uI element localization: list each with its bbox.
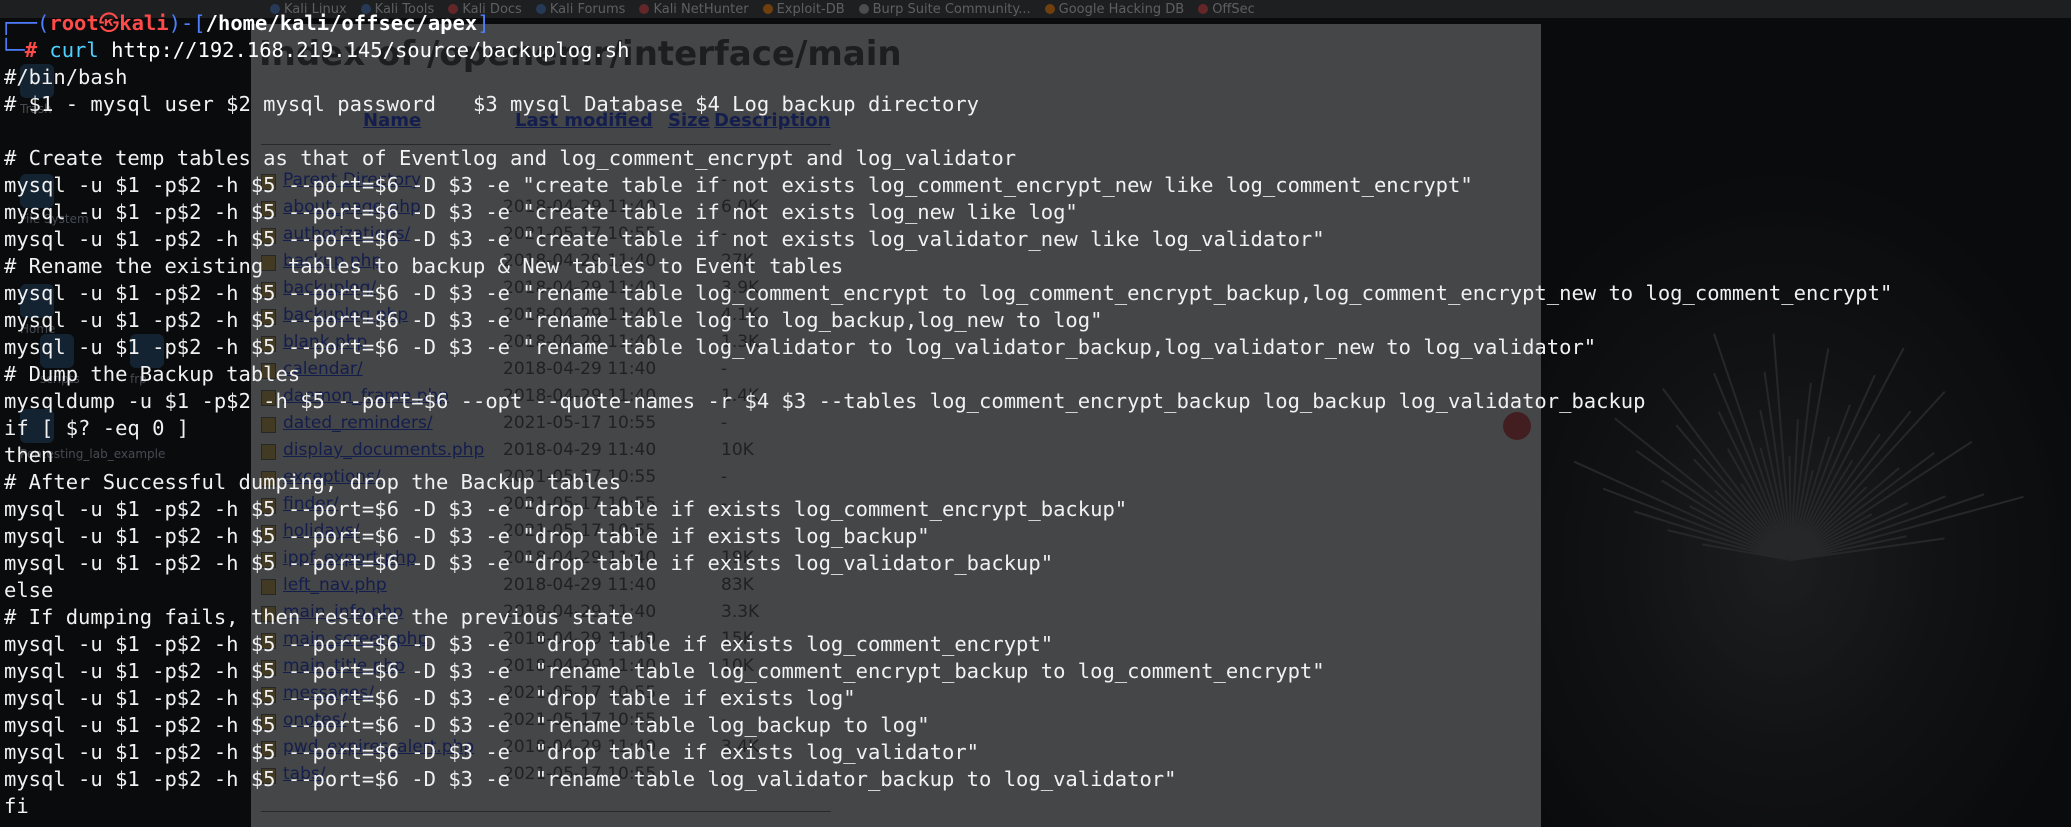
output-line: mysql -u $1 -p$2 -h $5 --port=$6 -D $3 -… [4, 632, 1054, 656]
output-line: # Create temp tables as that of Eventlog… [4, 146, 1017, 170]
output-line: fi [4, 794, 29, 818]
output-line: mysql -u $1 -p$2 -h $5 --port=$6 -D $3 -… [4, 713, 930, 737]
skull-icon: ㉿ [98, 11, 120, 35]
output-line: mysql -u $1 -p$2 -h $5 --port=$6 -D $3 -… [4, 659, 1325, 683]
output-line: mysql -u $1 -p$2 -h $5 --port=$6 -D $3 -… [4, 173, 1473, 197]
command-line[interactable]: └─# curl http://192.168.219.145/source/b… [0, 37, 629, 64]
output-line: # $1 - mysql user $2 mysql password $3 m… [4, 92, 980, 116]
prompt-user: root [49, 11, 99, 35]
output-line: # Rename the existing tables to backup &… [4, 254, 844, 278]
shell-prompt: ┌──(root㉿kali)-[/home/kali/offsec/apex] [0, 10, 490, 37]
prompt-corner: └─ [0, 38, 25, 62]
output-line: if [ $? -eq 0 ] [4, 416, 190, 440]
prompt-bracket: ┌──( [0, 11, 50, 35]
output-line: # After Successful dumping, drop the Bac… [4, 470, 622, 494]
output-line: mysql -u $1 -p$2 -h $5 --port=$6 -D $3 -… [4, 308, 1103, 332]
output-line: mysqldump -u $1 -p$2 -h $5 --port=$6 --o… [4, 389, 1646, 413]
prompt-host: kali [119, 11, 169, 35]
prompt-hash: # [24, 38, 38, 62]
output-line: mysql -u $1 -p$2 -h $5 --port=$6 -D $3 -… [4, 524, 930, 548]
output-line: mysql -u $1 -p$2 -h $5 --port=$6 -D $3 -… [4, 767, 1177, 791]
prompt-bracket: )-[ [168, 11, 206, 35]
output-line: mysql -u $1 -p$2 -h $5 --port=$6 -D $3 -… [4, 200, 1078, 224]
prompt-bracket: ] [477, 11, 490, 35]
output-line: mysql -u $1 -p$2 -h $5 --port=$6 -D $3 -… [4, 335, 1597, 359]
output-line: then [4, 443, 54, 467]
command-argument: http://192.168.219.145/source/backuplog.… [111, 38, 630, 62]
output-line: mysql -u $1 -p$2 -h $5 --port=$6 -D $3 -… [4, 686, 856, 710]
output-line: else [4, 578, 54, 602]
output-line: # Dump the Backup tables [4, 362, 301, 386]
output-line: mysql -u $1 -p$2 -h $5 --port=$6 -D $3 -… [4, 740, 980, 764]
output-line: mysql -u $1 -p$2 -h $5 --port=$6 -D $3 -… [4, 281, 1893, 305]
output-line: mysql -u $1 -p$2 -h $5 --port=$6 -D $3 -… [4, 497, 1128, 521]
output-line: # If dumping fails, then restore the pre… [4, 605, 634, 629]
command-name: curl [49, 38, 99, 62]
terminal-window[interactable]: ┌──(root㉿kali)-[/home/kali/offsec/apex] … [0, 0, 2071, 827]
prompt-path: /home/kali/offsec/apex [205, 11, 478, 35]
output-line: mysql -u $1 -p$2 -h $5 --port=$6 -D $3 -… [4, 227, 1325, 251]
output-line: mysql -u $1 -p$2 -h $5 --port=$6 -D $3 -… [4, 551, 1054, 575]
output-line: #/bin/bash [4, 65, 128, 89]
command-output: #/bin/bash # $1 - mysql user $2 mysql pas… [4, 64, 1892, 820]
